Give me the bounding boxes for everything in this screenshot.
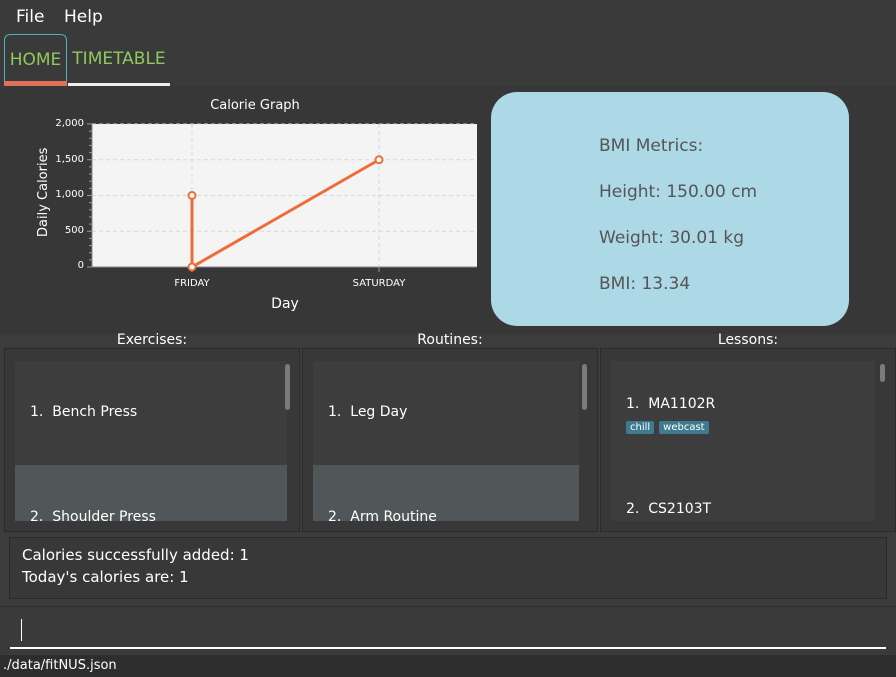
result-line-1: Calories successfully added: 1: [22, 546, 249, 564]
exercise-name: 2. Shoulder Press: [30, 509, 156, 521]
exercise-name: 1. Bench Press: [30, 404, 138, 420]
data-point: [374, 155, 384, 165]
list-item[interactable]: 2. Shoulder Press: [15, 465, 287, 521]
exercises-scrollbar[interactable]: [285, 364, 290, 410]
lesson-tags: chill webcast: [626, 415, 714, 434]
list-item[interactable]: 1. Bench Press: [15, 361, 287, 465]
lesson-name: 2. CS2103T: [626, 501, 712, 517]
tab-timetable[interactable]: TIMETABLE: [68, 34, 170, 86]
tab-home[interactable]: HOME: [4, 34, 67, 83]
lessons-panel: 1. MA1102R chill webcast 2. CS2103T: [600, 348, 896, 532]
status-bar: ./data/fitNUS.json: [0, 655, 896, 677]
exercises-header: Exercises:: [116, 332, 188, 348]
list-item[interactable]: 2. Arm Routine: [313, 465, 579, 521]
text-caret: [21, 619, 22, 641]
bmi-card: BMI Metrics: Height: 150.00 cm Weight: 3…: [491, 92, 849, 326]
app-window: File Help HOME TIMETABLE Calorie Graph 0…: [0, 0, 896, 677]
result-display: Calories successfully added: 1 Today's c…: [9, 537, 887, 599]
list-item[interactable]: 1. Leg Day: [313, 361, 579, 465]
result-line-2: Today's calories are: 1: [22, 568, 189, 586]
bmi-title: BMI Metrics:: [599, 136, 704, 156]
routines-list[interactable]: 1. Leg Day 2. Arm Routine: [313, 361, 579, 521]
exercises-panel: 1. Bench Press 2. Shoulder Press: [4, 348, 300, 532]
lesson-name: 1. MA1102R: [626, 396, 716, 412]
command-input[interactable]: [10, 613, 886, 649]
tag-webcast: webcast: [659, 421, 709, 434]
list-item[interactable]: 2. CS2103T: [611, 465, 875, 521]
bmi-weight: Weight: 30.01 kg: [599, 228, 745, 248]
x-axis-label: Day: [271, 296, 299, 312]
lessons-header: Lessons:: [717, 332, 779, 348]
list-item[interactable]: 1. MA1102R chill webcast: [611, 361, 875, 465]
menu-bar: File Help: [0, 0, 896, 34]
routines-panel: 1. Leg Day 2. Arm Routine: [302, 348, 598, 532]
menu-help[interactable]: Help: [64, 7, 103, 27]
routines-header: Routines:: [417, 332, 483, 348]
dashboard-top: Calorie Graph 0 500 1,000 1,500 2,000 FR…: [0, 86, 896, 334]
tag-chill: chill: [626, 421, 655, 434]
x-tick-label: SATURDAY: [352, 278, 406, 289]
save-location: ./data/fitNUS.json: [3, 658, 117, 673]
data-point: [187, 191, 197, 200]
routine-name: 2. Arm Routine: [328, 509, 437, 521]
data-point: [187, 262, 197, 272]
y-tick-label: 2,000: [55, 118, 84, 129]
lessons-scrollbar[interactable]: [880, 364, 885, 382]
x-tick-label: FRIDAY: [174, 278, 210, 289]
bmi-height: Height: 150.00 cm: [599, 182, 758, 202]
command-box: [0, 606, 896, 654]
calorie-chart: Calorie Graph 0 500 1,000 1,500 2,000 FR…: [0, 86, 490, 334]
routines-scrollbar[interactable]: [582, 364, 587, 410]
exercises-list[interactable]: 1. Bench Press 2. Shoulder Press: [15, 361, 287, 521]
routine-name: 1. Leg Day: [328, 404, 408, 420]
bmi-value: BMI: 13.34: [599, 274, 691, 294]
lessons-list[interactable]: 1. MA1102R chill webcast 2. CS2103T: [611, 361, 875, 521]
menu-file[interactable]: File: [16, 7, 44, 27]
y-tick-label: 0: [77, 260, 84, 271]
tab-bar: HOME TIMETABLE: [0, 34, 896, 86]
y-axis-label: Daily Calories: [36, 147, 51, 237]
